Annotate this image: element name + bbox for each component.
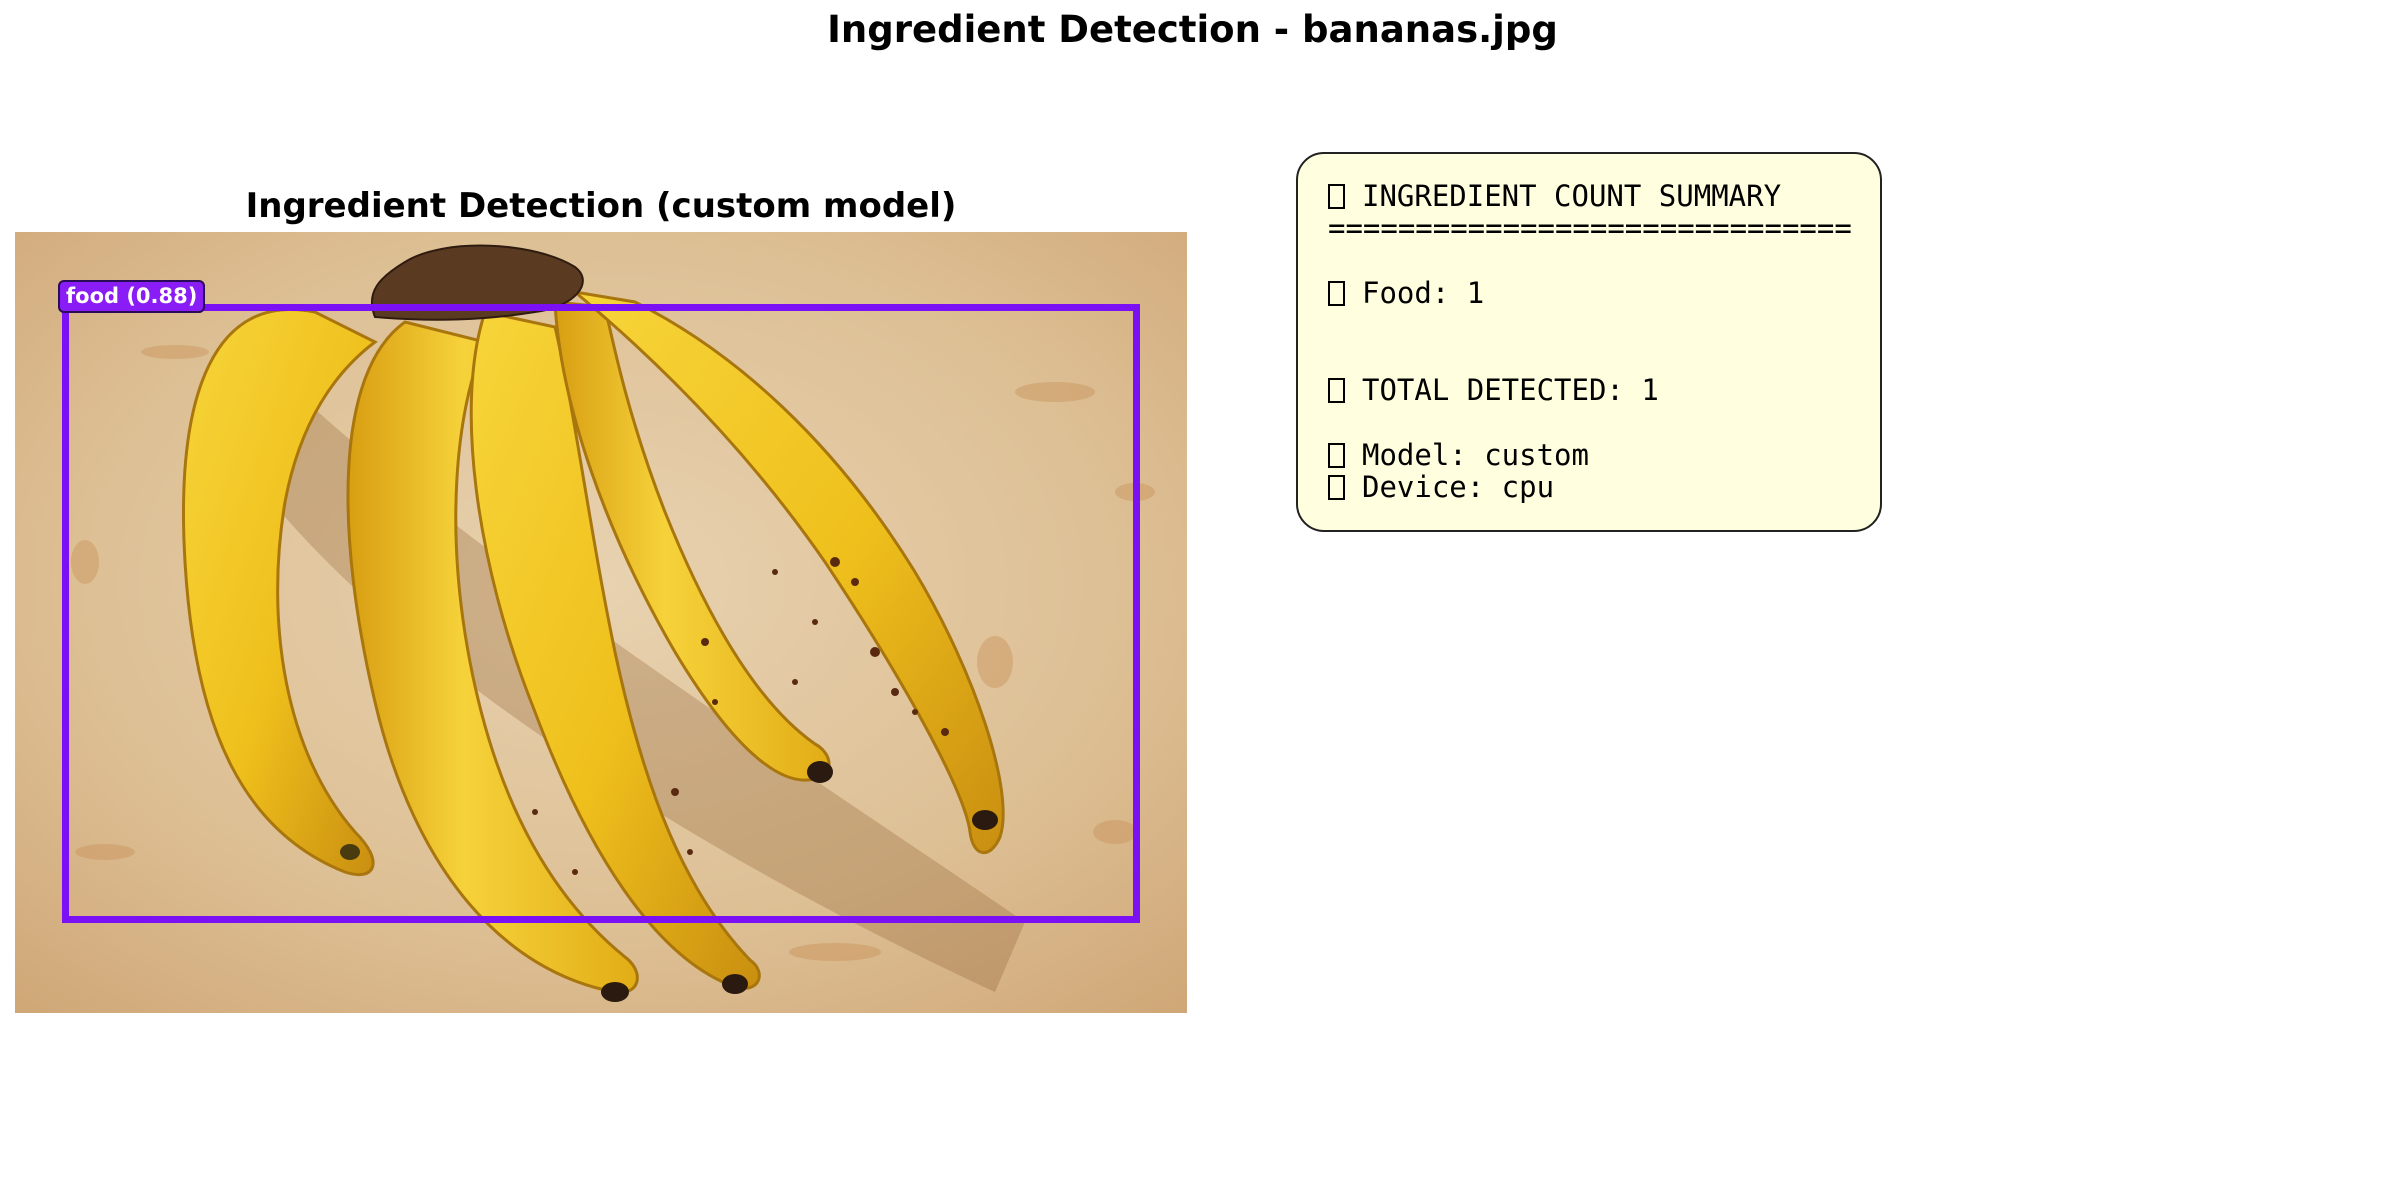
- figure-title: Ingredient Detection - bananas.jpg: [827, 8, 1558, 51]
- missing-glyph-icon: [1328, 184, 1345, 209]
- missing-glyph-icon: [1328, 281, 1345, 306]
- missing-glyph-icon: [1328, 378, 1345, 403]
- detection-panel-title: Ingredient Detection (custom model): [245, 186, 957, 226]
- device-name: Device: cpu: [1362, 470, 1555, 504]
- model-name: Model: custom: [1362, 438, 1589, 472]
- detection-bounding-box: [62, 304, 1140, 923]
- summary-header: INGREDIENT COUNT SUMMARY: [1362, 179, 1782, 213]
- summary-count-line: Food: 1: [1328, 276, 1484, 310]
- summary-header-line: INGREDIENT COUNT SUMMARY: [1328, 179, 1781, 213]
- summary-total-line: TOTAL DETECTED: 1: [1328, 373, 1659, 407]
- summary-model-line: Model: custom: [1328, 438, 1589, 472]
- summary-device-line: Device: cpu: [1328, 470, 1554, 504]
- missing-glyph-icon: [1328, 475, 1345, 500]
- missing-glyph-icon: [1328, 443, 1345, 468]
- summary-separator: ==============================: [1328, 211, 1852, 245]
- total-detected: TOTAL DETECTED: 1: [1362, 373, 1659, 407]
- food-count: Food: 1: [1362, 276, 1485, 310]
- detection-image: food (0.88): [15, 232, 1187, 1013]
- detection-label: food (0.88): [58, 280, 206, 313]
- ingredient-summary-card: INGREDIENT COUNT SUMMARY ===============…: [1296, 152, 1882, 532]
